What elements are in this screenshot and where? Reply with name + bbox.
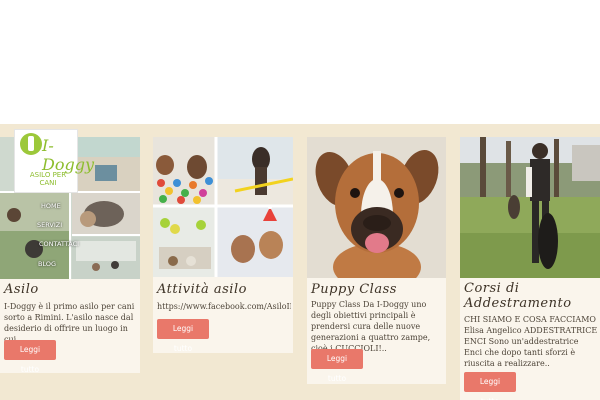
card-title[interactable]: Attività asilo: [157, 282, 247, 297]
card-excerpt: CHI SIAMO E COSA FACCIAMO Elisa Angelico…: [464, 315, 598, 368]
nav-item-contattaci[interactable]: CONTATTACI: [39, 240, 79, 248]
logo-brand: I-Doggy: [42, 136, 94, 174]
site-logo[interactable]: I-Doggy ASILO PER CANI: [14, 129, 94, 193]
read-more-button[interactable]: Leggi tutto: [464, 372, 516, 400]
attivita-collage-image: [153, 137, 293, 277]
read-more-button[interactable]: Leggi tutto: [311, 349, 363, 383]
nav-item-blog[interactable]: BLOG: [38, 260, 56, 268]
card-excerpt: https://www.facebook.com/AsiloIDoggy: [157, 302, 291, 311]
card-excerpt: I-Doggy è il primo asilo per cani sorto …: [4, 302, 135, 344]
card-title[interactable]: Asilo: [4, 282, 39, 297]
read-more-button[interactable]: Leggi tutto: [157, 319, 209, 353]
card-attivita-asilo: Attività asilo https://www.facebook.com/…: [153, 137, 293, 353]
puppy-class-photo[interactable]: [307, 137, 446, 278]
attivita-photo-collage[interactable]: [153, 137, 293, 277]
addestramento-photo[interactable]: [460, 137, 600, 278]
nav-item-home[interactable]: HOME: [41, 202, 61, 210]
card-corsi-addestramento: Corsi di Addestramento CHI SIAMO E COSA …: [460, 137, 600, 400]
logo-tagline: ASILO PER CANI: [29, 171, 67, 187]
training-outdoor-image: [460, 137, 600, 278]
boxer-puppy-image: [307, 137, 446, 278]
card-puppy-class: Puppy Class Puppy Class Da I-Doggy uno d…: [307, 137, 446, 384]
read-more-button[interactable]: Leggi tutto: [4, 340, 56, 374]
nav-item-servizi[interactable]: SERVIZI: [37, 221, 62, 229]
card-title[interactable]: Puppy Class: [311, 282, 397, 297]
card-excerpt: Puppy Class Da I-Doggy uno degli obietti…: [311, 300, 431, 353]
card-title[interactable]: Corsi di Addestramento: [464, 281, 600, 311]
